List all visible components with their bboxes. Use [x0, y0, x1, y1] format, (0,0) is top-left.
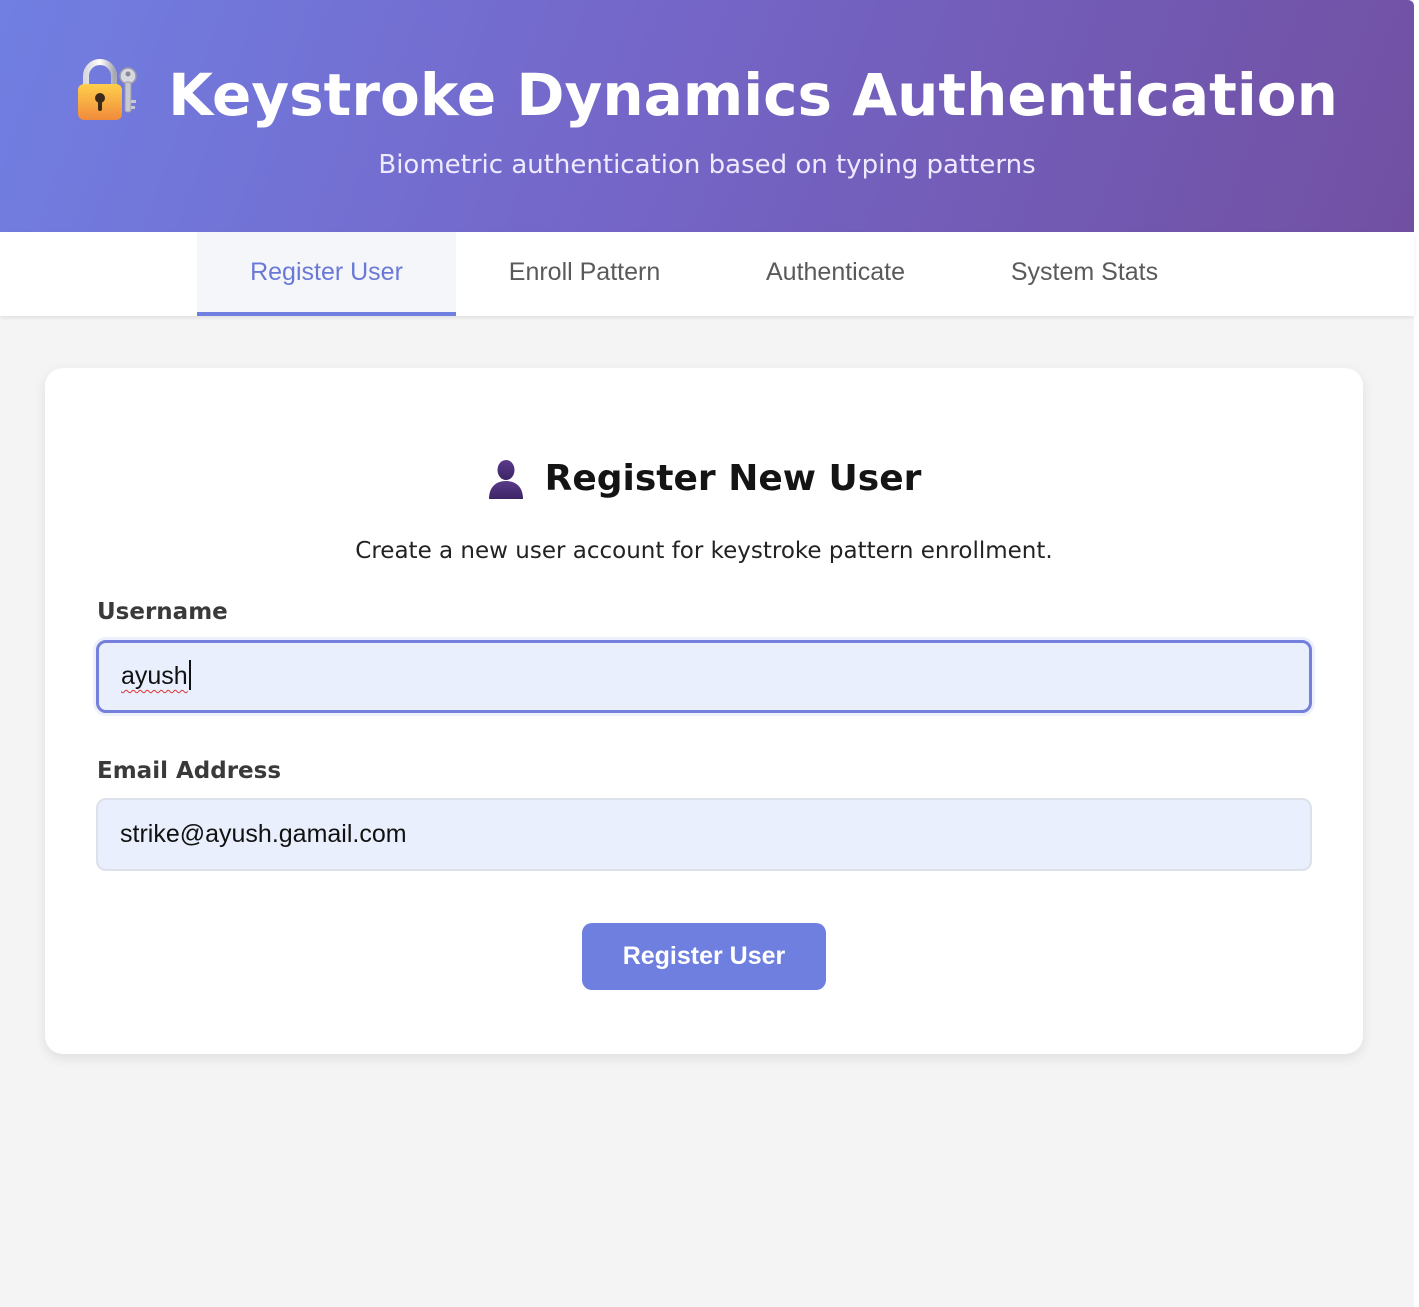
card-title: Register New User — [544, 458, 922, 499]
register-user-button[interactable]: Register User — [582, 923, 826, 990]
tab-system-stats[interactable]: System Stats — [975, 232, 1194, 316]
header-title-row: Keystroke Dynamics Authentication — [0, 52, 1414, 138]
username-value: ayush — [121, 662, 188, 690]
username-label: Username — [97, 599, 228, 625]
tab-authenticate[interactable]: Authenticate — [730, 232, 941, 316]
app-title: Keystroke Dynamics Authentication — [168, 61, 1338, 129]
email-value: strike@ayush.gamail.com — [120, 820, 407, 848]
username-input[interactable]: ayush — [96, 640, 1312, 713]
user-silhouette-icon — [487, 459, 525, 499]
scrollbar-track[interactable] — [1414, 0, 1419, 1307]
card-title-row: Register New User — [45, 454, 1363, 504]
tab-enroll-pattern[interactable]: Enroll Pattern — [470, 232, 699, 316]
text-caret — [188, 660, 191, 691]
lock-with-key-icon — [76, 56, 138, 122]
email-input[interactable]: strike@ayush.gamail.com — [96, 798, 1312, 871]
card-description: Create a new user account for keystroke … — [355, 538, 1053, 564]
app-header: Keystroke Dynamics Authentication Biomet… — [0, 0, 1414, 232]
register-card: Register New User Create a new user acco… — [45, 368, 1363, 1054]
tab-register-user[interactable]: Register User — [197, 232, 456, 316]
email-label: Email Address — [97, 758, 282, 784]
tab-bar: Register User Enroll Pattern Authenticat… — [0, 232, 1414, 316]
app-subtitle: Biometric authentication based on typing… — [378, 150, 1036, 180]
